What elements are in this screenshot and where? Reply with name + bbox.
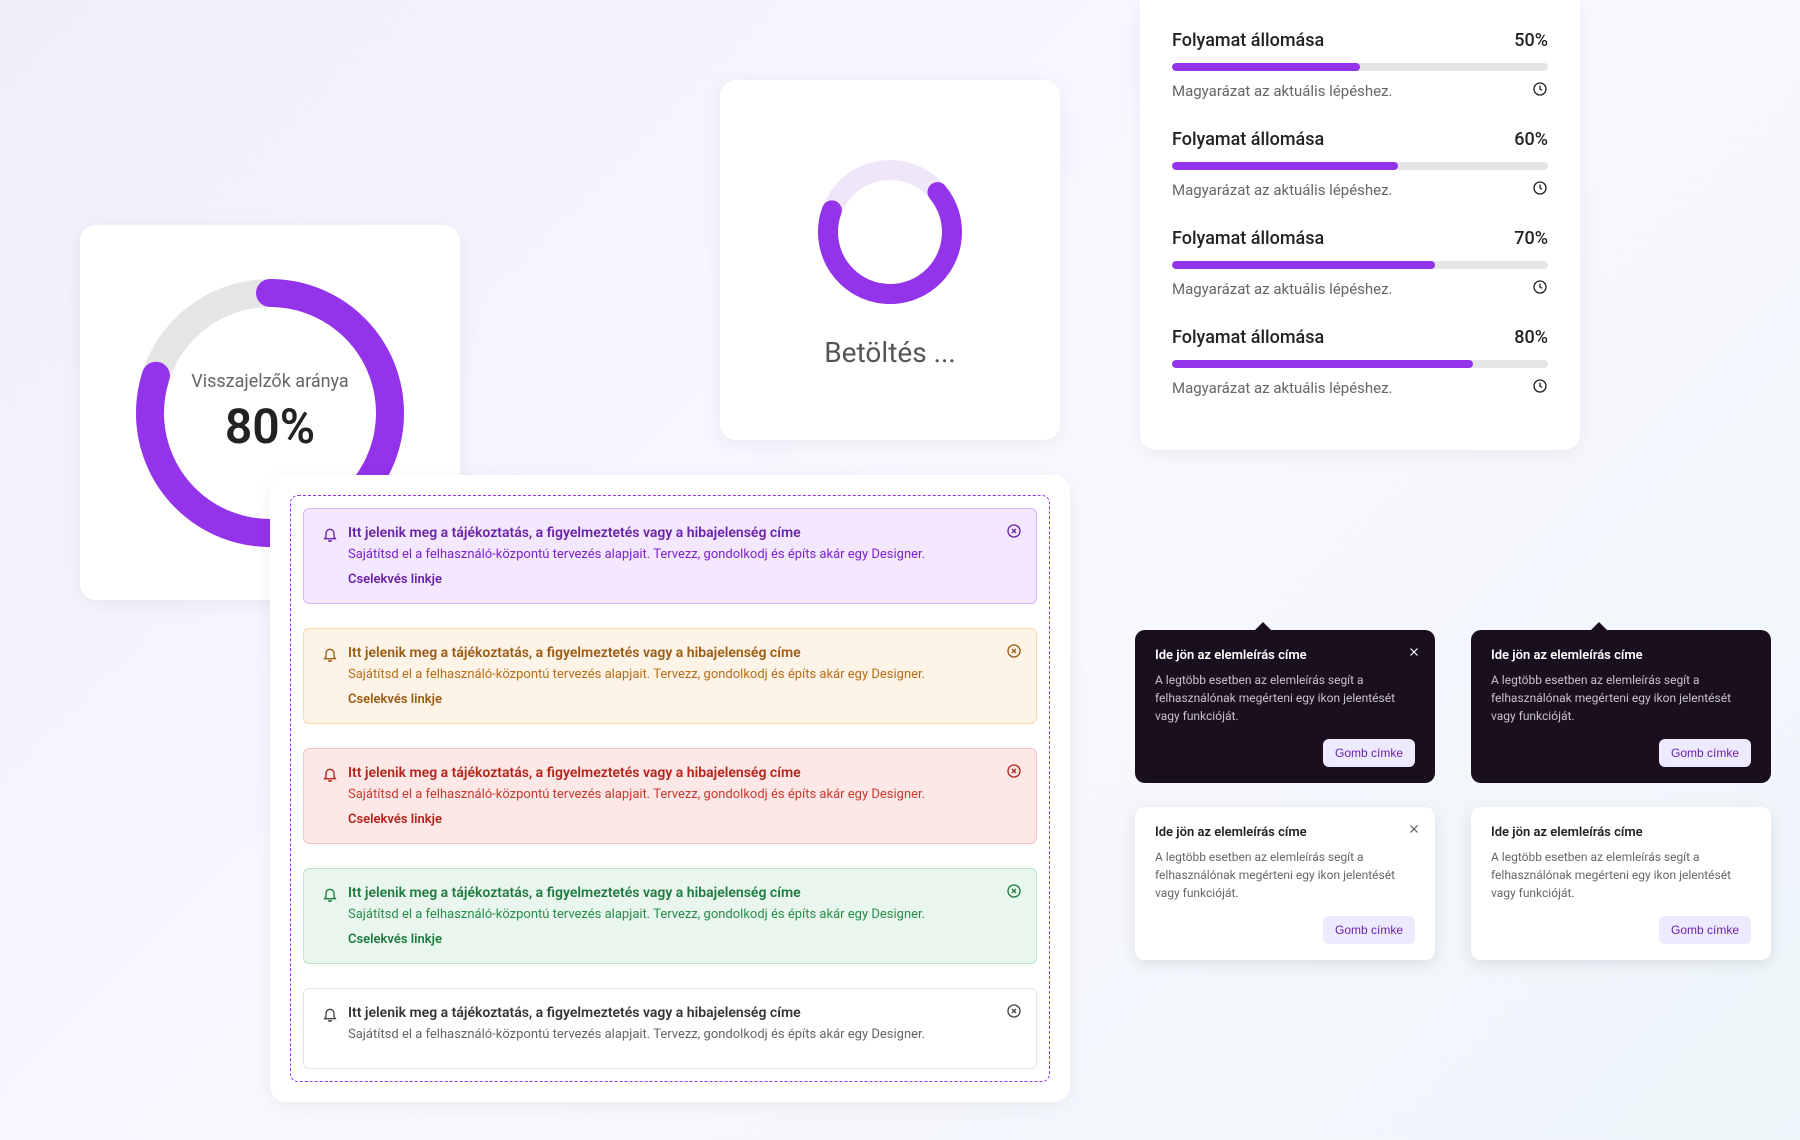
- tooltip-grid: Ide jön az elemleírás címe A legtöbb eset…: [1135, 630, 1800, 960]
- alert-green: Itt jelenik meg a tájékoztatás, a figyel…: [303, 868, 1037, 964]
- alerts-list: Itt jelenik meg a tájékoztatás, a figyel…: [290, 495, 1050, 1082]
- progress-bar: [1172, 261, 1548, 269]
- progress-percent: 70%: [1514, 228, 1548, 249]
- bell-icon: [322, 886, 338, 902]
- progress-percent: 80%: [1514, 327, 1548, 348]
- progress-percent: 50%: [1514, 30, 1548, 51]
- tooltip-light: Ide jön az elemleírás címe A legtöbb eset…: [1135, 807, 1435, 960]
- alert-action-link[interactable]: Cselekvés linkje: [348, 572, 1018, 587]
- tooltip-title: Ide jön az elemleírás címe: [1491, 825, 1751, 840]
- close-icon[interactable]: [1006, 1003, 1022, 1019]
- alert-action-link[interactable]: Cselekvés linkje: [348, 692, 1018, 707]
- alerts-panel: Itt jelenik meg a tájékoztatás, a figyel…: [270, 475, 1070, 1102]
- tooltip-desc: A legtöbb esetben az elemleírás segít a …: [1155, 671, 1415, 725]
- alert-desc: Sajátítsd el a felhasználó-központú terv…: [348, 547, 1018, 562]
- clock-icon: [1532, 279, 1548, 299]
- tooltip-dark: Ide jön az elemleírás címe A legtöbb eset…: [1135, 630, 1435, 783]
- progress-bar: [1172, 360, 1548, 368]
- alert-title: Itt jelenik meg a tájékoztatás, a figyel…: [348, 645, 1018, 661]
- progress-title: Folyamat állomása: [1172, 327, 1324, 348]
- alert-desc: Sajátítsd el a felhasználó-központú terv…: [348, 907, 1018, 922]
- tooltip-desc: A legtöbb esetben az elemleírás segít a …: [1491, 848, 1751, 902]
- donut-label: Visszajelzők aránya: [191, 371, 348, 392]
- close-icon[interactable]: [1006, 643, 1022, 659]
- alert-action-link[interactable]: Cselekvés linkje: [348, 812, 1018, 827]
- tooltip-dark: Ide jön az elemleírás címe A legtöbb eset…: [1471, 630, 1771, 783]
- alert-title: Itt jelenik meg a tájékoztatás, a figyel…: [348, 525, 1018, 541]
- progress-desc: Magyarázat az aktuális lépéshez.: [1172, 379, 1393, 397]
- progress-title: Folyamat állomása: [1172, 129, 1324, 150]
- close-icon[interactable]: [1006, 763, 1022, 779]
- loading-label: Betöltés ...: [824, 336, 956, 369]
- clock-icon: [1532, 81, 1548, 101]
- close-icon[interactable]: [1006, 523, 1022, 539]
- tooltip-button[interactable]: Gomb címke: [1323, 916, 1415, 944]
- donut-value: 80%: [225, 398, 315, 455]
- progress-panel: Folyamat állomása 50% Magyarázat az aktuál…: [1140, 0, 1580, 450]
- alert-desc: Sajátítsd el a felhasználó-központú terv…: [348, 787, 1018, 802]
- spinner-icon: [810, 152, 970, 312]
- progress-bar: [1172, 162, 1548, 170]
- tooltip-desc: A legtöbb esetben az elemleírás segít a …: [1491, 671, 1751, 725]
- tooltip-title: Ide jön az elemleírás címe: [1491, 648, 1751, 663]
- clock-icon: [1532, 378, 1548, 398]
- progress-item: Folyamat állomása 60% Magyarázat az aktuál…: [1172, 129, 1548, 200]
- clock-icon: [1532, 180, 1548, 200]
- bell-icon: [322, 646, 338, 662]
- alert-action-link[interactable]: Cselekvés linkje: [348, 932, 1018, 947]
- alert-title: Itt jelenik meg a tájékoztatás, a figyel…: [348, 1005, 1018, 1021]
- alert-purple: Itt jelenik meg a tájékoztatás, a figyel…: [303, 508, 1037, 604]
- alert-orange: Itt jelenik meg a tájékoztatás, a figyel…: [303, 628, 1037, 724]
- tooltip-title: Ide jön az elemleírás címe: [1155, 825, 1415, 840]
- tooltip-light: Ide jön az elemleírás címe A legtöbb eset…: [1471, 807, 1771, 960]
- progress-item: Folyamat állomása 50% Magyarázat az aktuál…: [1172, 30, 1548, 101]
- progress-item: Folyamat állomása 80% Magyarázat az aktuál…: [1172, 327, 1548, 398]
- progress-item: Folyamat állomása 70% Magyarázat az aktuál…: [1172, 228, 1548, 299]
- bell-icon: [322, 526, 338, 542]
- bell-icon: [322, 766, 338, 782]
- alert-gray: Itt jelenik meg a tájékoztatás, a figyel…: [303, 988, 1037, 1069]
- alert-title: Itt jelenik meg a tájékoztatás, a figyel…: [348, 765, 1018, 781]
- progress-desc: Magyarázat az aktuális lépéshez.: [1172, 280, 1393, 298]
- progress-title: Folyamat állomása: [1172, 228, 1324, 249]
- tooltip-button[interactable]: Gomb címke: [1659, 916, 1751, 944]
- tooltip-desc: A legtöbb esetben az elemleírás segít a …: [1155, 848, 1415, 902]
- alert-desc: Sajátítsd el a felhasználó-központú terv…: [348, 667, 1018, 682]
- progress-desc: Magyarázat az aktuális lépéshez.: [1172, 82, 1393, 100]
- tooltip-button[interactable]: Gomb címke: [1659, 739, 1751, 767]
- progress-percent: 60%: [1514, 129, 1548, 150]
- alert-desc: Sajátítsd el a felhasználó-központú terv…: [348, 1027, 1018, 1042]
- tooltip-title: Ide jön az elemleírás címe: [1155, 648, 1415, 663]
- progress-desc: Magyarázat az aktuális lépéshez.: [1172, 181, 1393, 199]
- tooltip-button[interactable]: Gomb címke: [1323, 739, 1415, 767]
- alert-title: Itt jelenik meg a tájékoztatás, a figyel…: [348, 885, 1018, 901]
- close-icon[interactable]: [1407, 821, 1421, 835]
- progress-title: Folyamat állomása: [1172, 30, 1324, 51]
- progress-bar: [1172, 63, 1548, 71]
- bell-icon: [322, 1006, 338, 1022]
- alert-red: Itt jelenik meg a tájékoztatás, a figyel…: [303, 748, 1037, 844]
- close-icon[interactable]: [1407, 644, 1421, 658]
- loading-card: Betöltés ...: [720, 80, 1060, 440]
- close-icon[interactable]: [1006, 883, 1022, 899]
